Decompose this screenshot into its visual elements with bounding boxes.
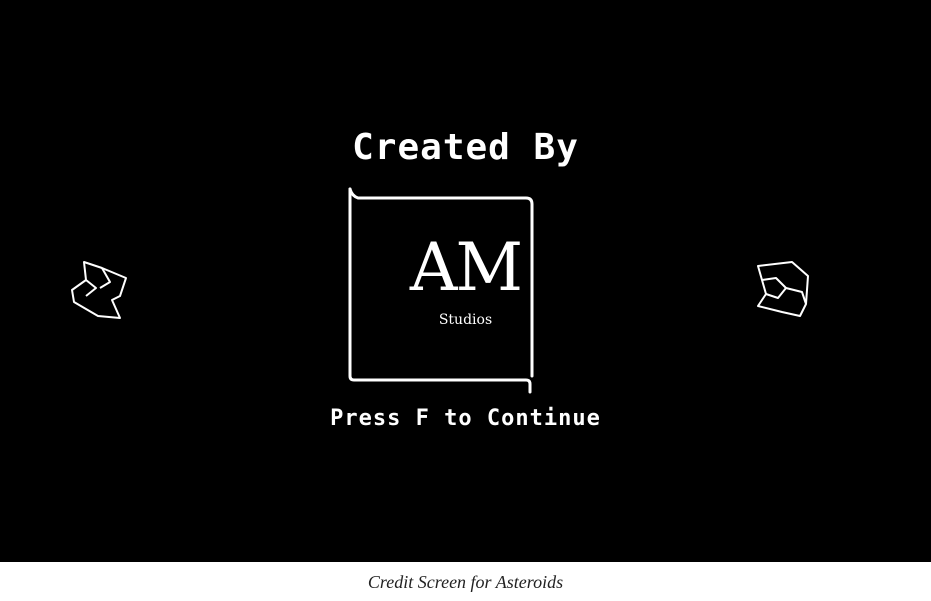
credits-title: Created By <box>352 127 579 168</box>
asteroid-icon <box>757 261 809 317</box>
game-canvas: Created By AM Studios Press F to Continu… <box>0 0 931 562</box>
continue-prompt: Press F to Continue <box>330 406 601 431</box>
figure-caption: Credit Screen for Asteroids <box>367 572 564 592</box>
asteroid-icon <box>71 261 127 319</box>
